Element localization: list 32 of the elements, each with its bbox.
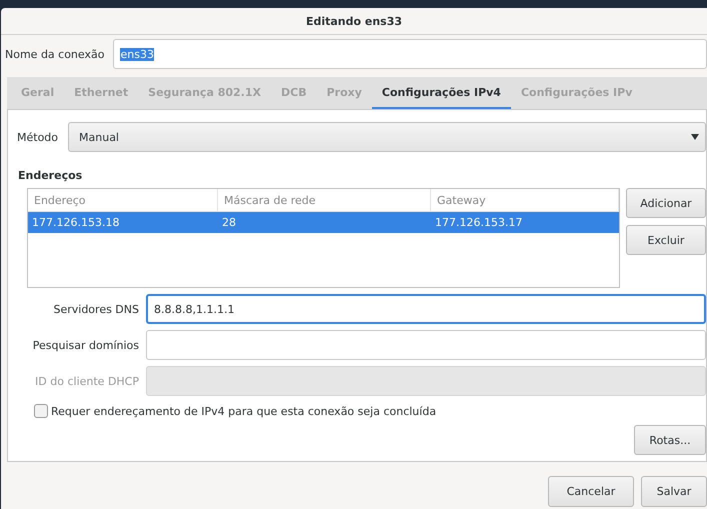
dropdown-arrow-icon	[691, 134, 699, 140]
field-label: Nome da conexão	[5, 48, 104, 60]
connection-name-field[interactable]: ens33	[113, 39, 707, 69]
tab[interactable]: Geral	[11, 77, 64, 109]
table-action-button[interactable]: Adicionar	[626, 188, 706, 218]
section-heading: Endereços	[18, 169, 84, 182]
table-action-button[interactable]: Excluir	[626, 225, 706, 255]
field-label: Método	[17, 130, 58, 144]
text-field[interactable]	[146, 330, 706, 360]
table-cell-text: 28	[221, 216, 237, 229]
text-field[interactable]: 8.8.8.8,1.1.1.1	[146, 294, 706, 324]
field-label: ID do cliente DHCP	[34, 374, 139, 388]
tab[interactable]: Configurações IPv	[510, 77, 642, 109]
column-header[interactable]: Endereço	[28, 189, 218, 211]
dialog-button[interactable]: Cancelar	[548, 476, 634, 507]
tab[interactable]: DCB	[270, 77, 317, 109]
column-header[interactable]: Gateway	[431, 189, 619, 211]
table-row[interactable]: 177.126.153.18 28 177.126.153.17	[28, 212, 619, 233]
routes-button[interactable]: Rotas...	[634, 425, 706, 455]
checkbox-label: Requer endereçamento de IPv4 para que esta conexão seja concluída	[51, 404, 436, 418]
tab[interactable]: Proxy	[316, 77, 372, 109]
field-label: Pesquisar domínios	[32, 338, 139, 352]
table-cell-text: 177.126.153.18	[31, 216, 120, 229]
dialog-button[interactable]: Salvar	[641, 476, 707, 507]
method-dropdown[interactable]: Manual	[68, 122, 706, 152]
table-cell-text: 177.126.153.17	[434, 216, 524, 229]
column-header[interactable]: Máscara de rede	[218, 189, 431, 211]
tab[interactable]: Ethernet	[64, 77, 138, 109]
window-title: Editando ens33	[306, 14, 402, 28]
field-label: Servidores DNS	[52, 302, 139, 316]
tab[interactable]: Segurança 802.1X	[138, 77, 271, 109]
checkbox[interactable]	[34, 404, 48, 418]
